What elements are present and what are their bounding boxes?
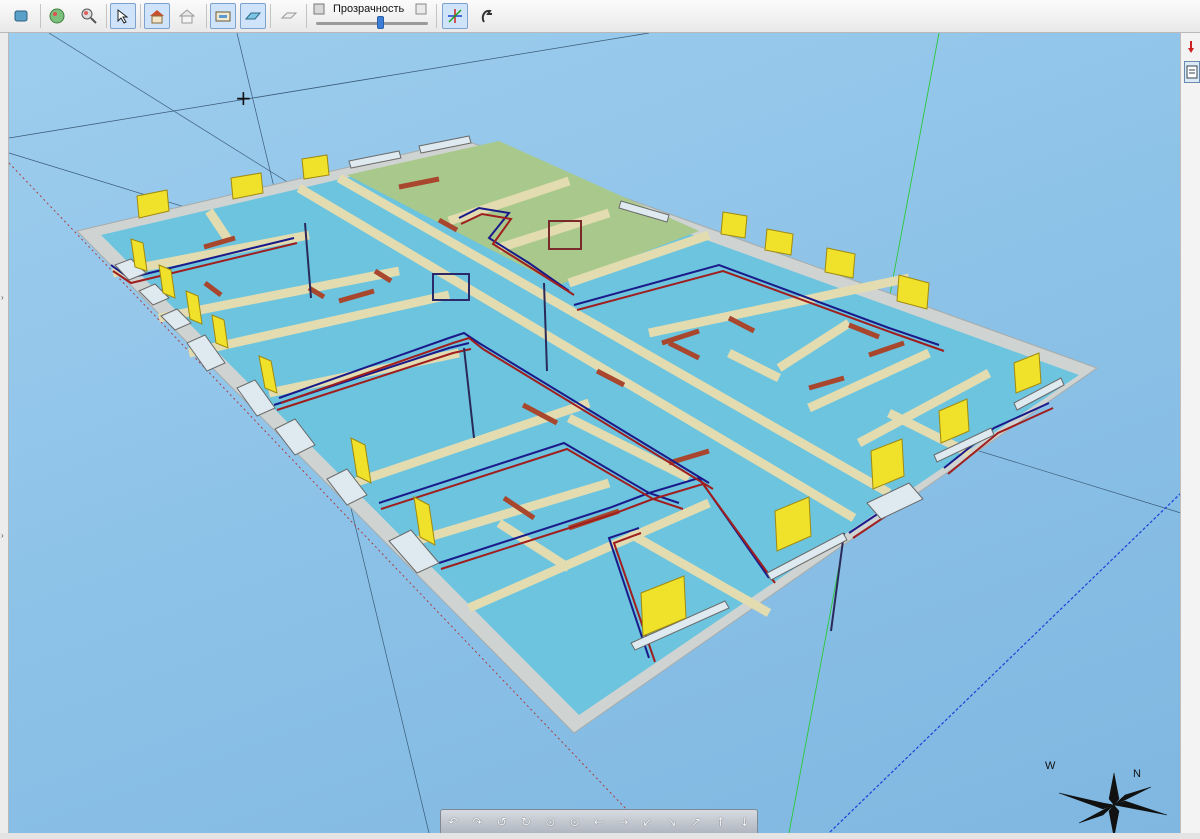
house-ghost-icon[interactable] bbox=[174, 3, 200, 29]
transparency-slider[interactable] bbox=[316, 22, 428, 25]
navigation-toolbar: ↶ ↷ ↺ ↻ ⊙ ⊙ ← → ↙ ↘ ↗ ↑ ↓ bbox=[440, 809, 758, 835]
house-view-icon[interactable] bbox=[144, 3, 170, 29]
collapse-arrow-icon[interactable]: › bbox=[1, 532, 6, 540]
tilt-down-button[interactable]: ↻ bbox=[517, 813, 535, 831]
zoom-out-button[interactable]: ⊙ bbox=[566, 813, 584, 831]
toolbar-divider bbox=[40, 4, 41, 28]
move-up-button[interactable]: ↑ bbox=[711, 813, 729, 831]
transparency-label: Прозрачность bbox=[333, 3, 405, 15]
compass-w-label: W bbox=[1045, 760, 1056, 772]
axis-line bbox=[9, 33, 650, 139]
move-down-button[interactable]: ↓ bbox=[736, 813, 754, 831]
toolbar-divider bbox=[106, 4, 107, 28]
transparency-cube-icon[interactable] bbox=[310, 1, 328, 17]
floor-plane-icon[interactable] bbox=[240, 3, 266, 29]
compass-n-label: N bbox=[1133, 768, 1141, 780]
pan-up-right-button[interactable]: ↗ bbox=[687, 813, 705, 831]
rotate-right-button[interactable]: ↷ bbox=[468, 813, 486, 831]
origin-marker: + bbox=[235, 86, 252, 110]
toolbar-divider bbox=[140, 4, 141, 28]
rotate-left-button[interactable]: ↶ bbox=[444, 813, 462, 831]
section-view-icon[interactable] bbox=[210, 3, 236, 29]
left-panel-handle[interactable]: › › bbox=[0, 33, 8, 833]
building-model-scene: + bbox=[9, 33, 1181, 833]
toolbar-divider bbox=[306, 4, 307, 28]
transparency-cube-right-icon[interactable] bbox=[412, 1, 430, 17]
toolbar-divider bbox=[206, 4, 207, 28]
collapse-arrow-icon[interactable]: › bbox=[1, 294, 6, 302]
select-arrow-icon[interactable] bbox=[110, 3, 136, 29]
status-bar bbox=[0, 833, 1200, 839]
panel-toggle-icon[interactable] bbox=[1184, 61, 1200, 83]
toolbar-divider bbox=[270, 4, 271, 28]
pan-left-button[interactable]: ← bbox=[590, 813, 608, 831]
toolbar: Прозрачность bbox=[0, 0, 1200, 33]
pan-down-right-button[interactable]: ↘ bbox=[663, 813, 681, 831]
pan-right-button[interactable]: → bbox=[614, 813, 632, 831]
3d-viewport[interactable]: + W N bbox=[8, 33, 1181, 833]
compass-rose: W N S E bbox=[1045, 760, 1168, 833]
pin-icon[interactable] bbox=[1184, 37, 1198, 57]
orbit-icon[interactable] bbox=[474, 3, 500, 29]
zoom-icon[interactable] bbox=[76, 3, 102, 29]
axes-icon[interactable] bbox=[442, 3, 468, 29]
toolbar-divider bbox=[436, 4, 437, 28]
transparency-slider-thumb[interactable] bbox=[376, 16, 384, 29]
right-side-strip bbox=[1180, 33, 1200, 833]
layer-icon[interactable] bbox=[276, 3, 302, 29]
pan-down-left-button[interactable]: ↙ bbox=[639, 813, 657, 831]
zoom-in-button[interactable]: ⊙ bbox=[541, 813, 559, 831]
view-box-icon[interactable] bbox=[8, 3, 34, 29]
tilt-up-button[interactable]: ↺ bbox=[493, 813, 511, 831]
render-sphere-icon[interactable] bbox=[44, 3, 70, 29]
